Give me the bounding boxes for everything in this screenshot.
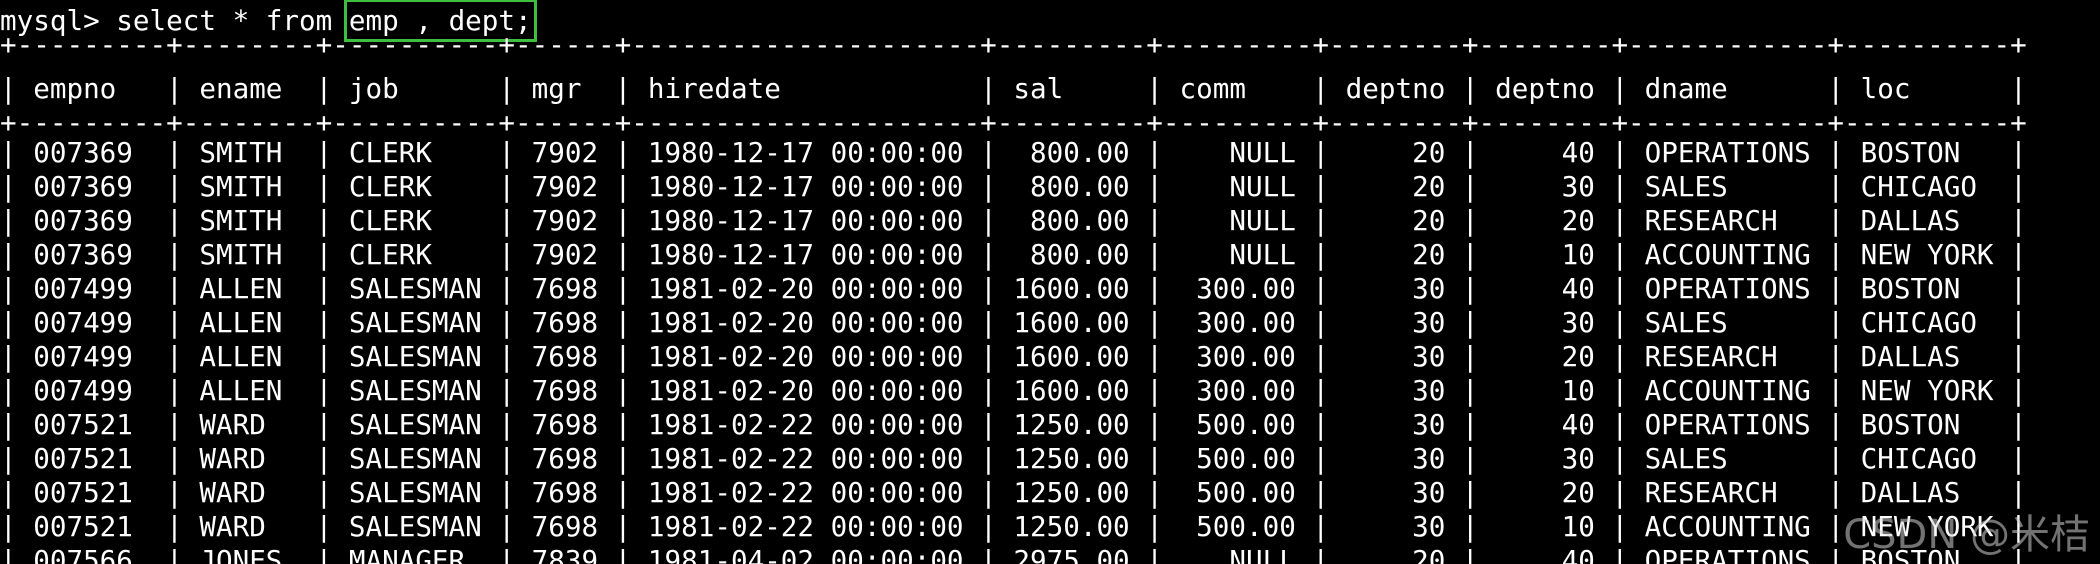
table-border-top: +---------+--------+----------+------+--… <box>0 28 2027 61</box>
table-row: | 007521 | WARD | SALESMAN | 7698 | 1981… <box>0 510 2027 543</box>
table-row: | 007369 | SMITH | CLERK | 7902 | 1980-1… <box>0 136 2027 169</box>
table-row: | 007369 | SMITH | CLERK | 7902 | 1980-1… <box>0 238 2027 271</box>
table-border-mid: +---------+--------+----------+------+--… <box>0 106 2027 139</box>
table-row: | 007499 | ALLEN | SALESMAN | 7698 | 198… <box>0 272 2027 305</box>
table-row: | 007499 | ALLEN | SALESMAN | 7698 | 198… <box>0 374 2027 407</box>
csdn-watermark: CSDN @米桔 <box>1843 512 2090 558</box>
table-row: | 007521 | WARD | SALESMAN | 7698 | 1981… <box>0 442 2027 475</box>
table-row: | 007521 | WARD | SALESMAN | 7698 | 1981… <box>0 476 2027 509</box>
table-row: | 007499 | ALLEN | SALESMAN | 7698 | 198… <box>0 306 2027 339</box>
table-row: | 007369 | SMITH | CLERK | 7902 | 1980-1… <box>0 170 2027 203</box>
table-row: | 007369 | SMITH | CLERK | 7902 | 1980-1… <box>0 204 2027 237</box>
terminal-window[interactable]: mysql> select * from emp , dept; +------… <box>0 0 2100 564</box>
table-row: | 007499 | ALLEN | SALESMAN | 7698 | 198… <box>0 340 2027 373</box>
table-header: | empno | ename | job | mgr | hiredate |… <box>0 72 2027 105</box>
table-row: | 007566 | JONES | MANAGER | 7839 | 1981… <box>0 544 2027 564</box>
table-row: | 007521 | WARD | SALESMAN | 7698 | 1981… <box>0 408 2027 441</box>
